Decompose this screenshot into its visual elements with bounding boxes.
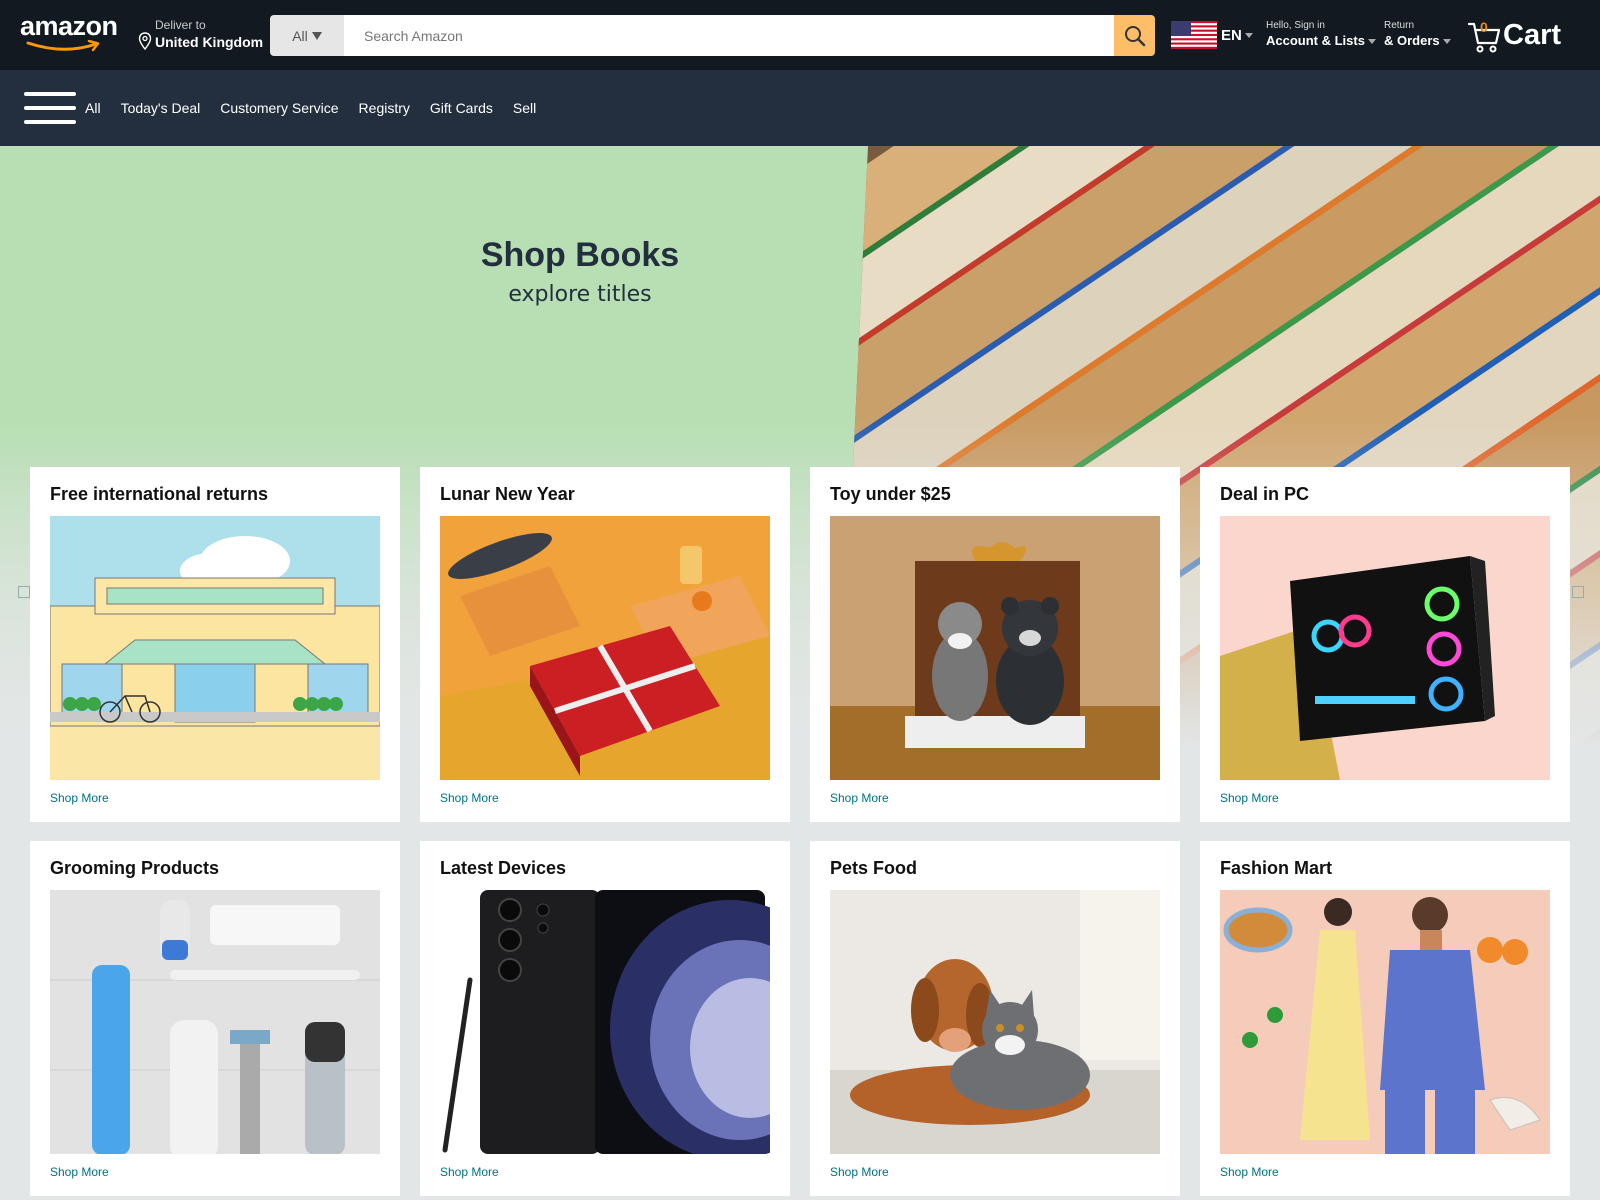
- language-selector[interactable]: EN: [1171, 18, 1253, 52]
- hero-next-button[interactable]: [1572, 586, 1584, 598]
- account-greeting: Hello, Sign in: [1266, 20, 1325, 31]
- shop-more-link[interactable]: Shop More: [1220, 1165, 1279, 1179]
- location-pin-icon: [138, 32, 152, 50]
- search-button[interactable]: [1114, 15, 1155, 56]
- grooming-products-image: [50, 890, 380, 1154]
- cart-count: 0: [1480, 19, 1488, 35]
- cart-button[interactable]: 0 Cart: [1467, 17, 1577, 57]
- returns-label: Return: [1384, 20, 1415, 31]
- card-title: Lunar New Year: [440, 484, 575, 504]
- logo-text: amazon: [20, 11, 118, 41]
- deliver-location: United Kingdom: [155, 34, 264, 50]
- logo-smile-icon: [26, 40, 100, 52]
- account-label: Account & Lists: [1266, 33, 1365, 48]
- search-input[interactable]: [344, 15, 1114, 56]
- card-toys[interactable]: Toy under $25 Shop More: [810, 467, 1180, 822]
- search-bar: All: [270, 15, 1155, 56]
- chevron-down-icon: [1244, 32, 1253, 38]
- nav-item-gift-cards[interactable]: Gift Cards: [430, 100, 493, 116]
- dog-and-cat-image: [830, 890, 1160, 1154]
- nav-item-todays-deal[interactable]: Today's Deal: [121, 100, 201, 116]
- shop-more-link[interactable]: Shop More: [440, 791, 499, 805]
- shop-more-link[interactable]: Shop More: [50, 1165, 109, 1179]
- hero-subtitle: explore titles: [508, 282, 652, 307]
- card-free-returns[interactable]: Free international returns Shop More: [30, 467, 400, 822]
- cart-label: Cart: [1503, 19, 1562, 51]
- orders-label: & Orders: [1384, 33, 1440, 48]
- nav-item-customer-service[interactable]: Customery Service: [220, 100, 338, 116]
- shop-more-link[interactable]: Shop More: [440, 1165, 499, 1179]
- shop-more-link[interactable]: Shop More: [1220, 791, 1279, 805]
- card-title: Deal in PC: [1220, 484, 1310, 504]
- gift-boxes-image: [440, 516, 770, 780]
- sub-navigation: All Today's Deal Customery Service Regis…: [0, 70, 1600, 146]
- amazon-logo[interactable]: amazon: [20, 12, 122, 52]
- card-title: Fashion Mart: [1220, 858, 1333, 878]
- card-title: Grooming Products: [50, 858, 220, 878]
- card-title: Toy under $25: [830, 484, 951, 504]
- hamburger-icon[interactable]: [24, 92, 76, 124]
- card-grooming[interactable]: Grooming Products Shop More: [30, 841, 400, 1196]
- nav-links: All Today's Deal Customery Service Regis…: [85, 100, 536, 116]
- hero-title: Shop Books: [480, 236, 680, 274]
- card-lunar-new-year[interactable]: Lunar New Year Shop More: [420, 467, 790, 822]
- card-pets-food[interactable]: Pets Food Shop More: [810, 841, 1180, 1196]
- nav-item-sell[interactable]: Sell: [513, 100, 536, 116]
- hero-prev-button[interactable]: [18, 586, 30, 598]
- card-deal-pc[interactable]: Deal in PC Shop More: [1200, 467, 1570, 822]
- nav-item-registry[interactable]: Registry: [359, 100, 410, 116]
- card-title: Latest Devices: [440, 858, 567, 878]
- chevron-down-icon: [1442, 39, 1451, 45]
- nav-item-all[interactable]: All: [85, 100, 101, 116]
- deliver-label: Deliver to: [155, 18, 206, 32]
- top-header: amazon Deliver to United Kingdom All Sea…: [0, 0, 1600, 70]
- returns-orders[interactable]: Return & Orders: [1384, 20, 1451, 48]
- account-lists[interactable]: Hello, Sign in Account & Lists: [1266, 20, 1376, 48]
- shop-more-link[interactable]: Shop More: [830, 791, 889, 805]
- card-fashion-mart[interactable]: Fashion Mart Shop More: [1200, 841, 1570, 1196]
- card-title: Free international returns: [50, 484, 269, 504]
- chevron-down-icon: [1367, 39, 1376, 45]
- fashion-models-image: [1220, 890, 1550, 1154]
- shop-more-link[interactable]: Shop More: [50, 791, 109, 805]
- plush-toys-image: [830, 516, 1160, 780]
- search-icon: [1124, 25, 1145, 46]
- language-code: EN: [1221, 26, 1242, 44]
- smartphone-image: [440, 890, 770, 1154]
- search-category-label: All: [292, 27, 308, 44]
- card-title: Pets Food: [830, 858, 918, 878]
- gaming-pc-image: [1220, 516, 1550, 780]
- store-front-image: [50, 516, 380, 780]
- search-category-select[interactable]: All: [270, 15, 344, 56]
- us-flag-icon: [1171, 21, 1217, 49]
- chevron-down-icon: [311, 31, 322, 40]
- card-latest-devices[interactable]: Latest Devices Shop More: [420, 841, 790, 1196]
- shop-more-link[interactable]: Shop More: [830, 1165, 889, 1179]
